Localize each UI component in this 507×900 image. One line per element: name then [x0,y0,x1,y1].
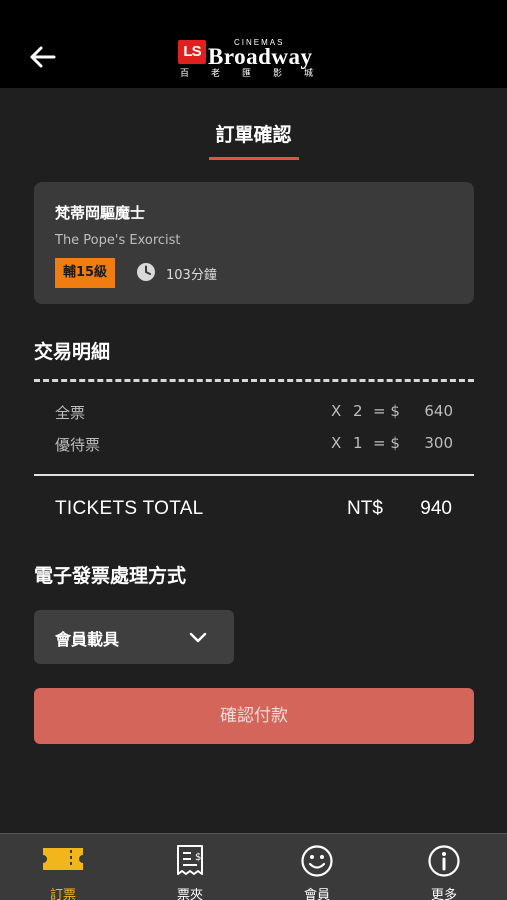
svg-text:$: $ [195,852,201,863]
chevron-down-icon [189,632,207,643]
movie-card: 梵蒂岡驅魔士 The Pope's Exorcist 輔15級 103分鐘 [34,182,474,304]
tab-member-label: 會員 [303,888,330,900]
smiley-icon [301,845,333,877]
line-item-amount: 300 [424,434,453,452]
line-item-name: 全票 [55,404,86,422]
arrow-left-icon [30,46,56,68]
movie-english-title: The Pope's Exorcist [55,233,181,248]
ticket-icon [43,848,83,870]
tab-wallet-label: 票夾 [176,888,203,900]
clock-icon [137,263,155,281]
total-currency: NT$ [347,498,383,519]
tab-booking[interactable]: 訂票 [0,834,126,900]
line-item: 優待票 X 1 = $ 300 [55,434,453,456]
line-item-qty: 2 [353,402,363,420]
line-item-amount: 640 [424,402,453,420]
total-amount: 940 [420,498,452,519]
invoice-carrier-value: 會員載具 [55,630,120,649]
confirm-payment-button[interactable]: 確認付款 [34,688,474,744]
title-underline [209,157,299,160]
line-item: 全票 X 2 = $ 640 [55,402,453,424]
app-header: LS CINEMAS Broadway 百老匯影城 [0,0,507,88]
tab-member[interactable]: 會員 [254,834,380,900]
line-item-equals: = $ [373,402,400,420]
line-item-multiply: X [331,402,342,420]
tab-wallet[interactable]: $ 票夾 [127,834,253,900]
invoice-carrier-dropdown[interactable]: 會員載具 [34,610,234,664]
line-item-name: 優待票 [55,436,101,454]
logo-sub-text: 百老匯影城 [180,69,336,79]
movie-duration: 103分鐘 [166,268,217,283]
dashed-divider [34,379,474,382]
info-icon [428,845,460,877]
line-item-qty: 1 [353,434,363,452]
line-item-multiply: X [331,434,342,452]
tab-more[interactable]: 更多 [381,834,507,900]
tickets-total-label: TICKETS TOTAL [55,498,204,519]
rating-badge: 輔15級 [55,258,115,288]
invoice-title: 電子發票處理方式 [34,565,187,587]
bottom-tab-bar: 訂票 $ 票夾 會員 更多 [0,833,507,900]
transaction-title: 交易明細 [34,341,111,363]
tab-more-label: 更多 [430,888,457,900]
page-title: 訂單確認 [215,124,292,146]
total-divider [34,474,474,476]
receipt-icon: $ [177,845,203,875]
tab-booking-label: 訂票 [49,888,76,900]
back-button[interactable] [26,40,60,74]
movie-title: 梵蒂岡驅魔士 [55,204,146,222]
line-item-equals: = $ [373,434,400,452]
logo-badge: LS [178,40,206,64]
broadway-logo: LS CINEMAS Broadway 百老匯影城 [178,38,334,82]
